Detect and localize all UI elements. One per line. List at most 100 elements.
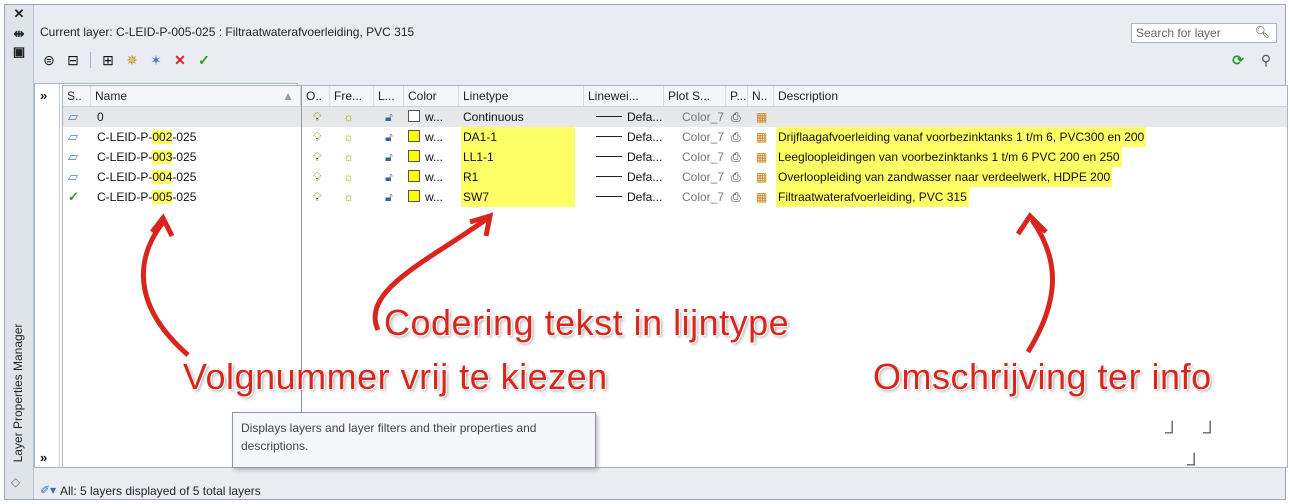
col-header-on[interactable]: O..: [302, 86, 330, 106]
new-vp-freeze-icon[interactable]: ▦: [756, 107, 767, 127]
layer-color[interactable]: w...: [408, 167, 443, 187]
collapse-tree-button[interactable]: »: [40, 450, 47, 465]
plot-printer-icon[interactable]: ⎙: [731, 167, 741, 187]
layer-name[interactable]: C-LEID-P-005-025: [97, 187, 196, 207]
layer-description[interactable]: Drijflaagafvoerleiding vanaf voorbezinkt…: [776, 127, 1147, 147]
col-header-lock[interactable]: L...: [374, 86, 404, 106]
layer-name[interactable]: C-LEID-P-004-025: [97, 167, 196, 187]
resize-grip-icon[interactable]: ┘ ┘ ┘: [1165, 418, 1235, 486]
thaw-sun-icon[interactable]: ☼: [343, 187, 354, 207]
layer-row[interactable]: ▱ C-LEID-P-003-025 💡︎ ☼ 🔓︎ w... LL1-1 Defa... Co…: [63, 147, 1287, 167]
col-header-plotstyle[interactable]: Plot S...: [664, 86, 726, 106]
new-vp-freeze-icon[interactable]: ▦: [756, 167, 767, 187]
col-header-description[interactable]: Description: [774, 86, 1287, 106]
layer-states-manager-icon[interactable]: ⊞: [99, 51, 117, 69]
layer-row[interactable]: ▱ C-LEID-P-004-025 💡︎ ☼ 🔓︎ w... R1 Defa... Color…: [63, 167, 1287, 187]
col-header-lineweight[interactable]: Linewei...: [584, 86, 664, 106]
layer-status-icon[interactable]: ▱: [68, 148, 86, 166]
layer-color[interactable]: w...: [408, 147, 443, 167]
on-off-bulb-icon[interactable]: 💡︎: [313, 127, 321, 147]
col-header-status[interactable]: S..: [63, 86, 91, 106]
layer-plotstyle: Color_7: [682, 130, 725, 144]
layer-row[interactable]: ✓ C-LEID-P-005-025 💡︎ ☼ 🔓︎ w... SW7 Defa... Colo…: [63, 187, 1287, 207]
on-off-bulb-icon[interactable]: 💡︎: [313, 107, 321, 127]
unlock-icon[interactable]: 🔓︎: [385, 187, 393, 207]
col-header-color[interactable]: Color: [404, 86, 459, 106]
layer-name[interactable]: 0: [97, 107, 104, 127]
layer-linetype[interactable]: LL1-1: [461, 147, 575, 167]
annotation-volgnummer: Volgnummer vrij te kiezen: [183, 356, 608, 397]
layer-lineweight[interactable]: Defa...: [596, 127, 662, 147]
close-icon[interactable]: ✕: [11, 7, 27, 21]
layer-color[interactable]: w...: [408, 127, 443, 147]
new-group-filter-icon[interactable]: ⊟: [64, 51, 82, 69]
column-divider[interactable]: [301, 86, 302, 467]
col-header-newvpfreeze[interactable]: N..: [748, 86, 774, 106]
col-header-name[interactable]: Name ▲: [91, 86, 301, 106]
filter-icon[interactable]: ✐▾: [40, 483, 56, 497]
expand-tree-button[interactable]: »: [40, 88, 47, 103]
col-header-plot[interactable]: P...: [726, 86, 748, 106]
layer-name-prefix: C-LEID-P-: [97, 190, 153, 204]
layer-status-icon[interactable]: ▱: [68, 168, 86, 186]
new-vp-freeze-icon[interactable]: ▦: [756, 147, 767, 167]
search-input[interactable]: [1132, 24, 1246, 42]
unlock-icon[interactable]: 🔓︎: [385, 127, 393, 147]
unlock-icon[interactable]: 🔓︎: [385, 167, 393, 187]
layer-row[interactable]: ▱ C-LEID-P-002-025 💡︎ ☼ 🔓︎ w... DA1-1 Defa... Co…: [63, 127, 1287, 147]
annotation-codering: Codering tekst in lijntype: [384, 302, 790, 343]
layer-lineweight[interactable]: Defa...: [596, 147, 662, 167]
palette-bottom-icon[interactable]: ◇: [11, 475, 27, 489]
layer-linetype[interactable]: DA1-1: [461, 127, 575, 147]
on-off-bulb-icon[interactable]: 💡︎: [313, 187, 321, 207]
layer-description[interactable]: Leegloopleidingen van voorbezinktanks 1 …: [776, 147, 1122, 167]
layer-color[interactable]: w...: [408, 107, 443, 127]
layer-lineweight[interactable]: Defa...: [596, 187, 662, 207]
new-layer-vp-frozen-icon[interactable]: ✶: [147, 51, 165, 69]
delete-layer-icon[interactable]: ✕: [171, 51, 189, 69]
plot-printer-icon[interactable]: ⎙: [731, 127, 741, 147]
new-vp-freeze-icon[interactable]: ▦: [756, 127, 767, 147]
thaw-sun-icon[interactable]: ☼: [343, 107, 354, 127]
unlock-icon[interactable]: 🔓︎: [385, 107, 393, 127]
thaw-sun-icon[interactable]: ☼: [343, 167, 354, 187]
set-current-icon[interactable]: ✓: [195, 51, 213, 69]
autohide-icon[interactable]: ⇹: [11, 27, 27, 41]
layer-name[interactable]: C-LEID-P-003-025: [97, 147, 196, 167]
layer-description[interactable]: Filtraatwaterafvoerleiding, PVC 315: [776, 187, 969, 207]
thaw-sun-icon[interactable]: ☼: [343, 147, 354, 167]
properties-icon[interactable]: ▣: [11, 45, 27, 59]
tree-divider[interactable]: [59, 84, 60, 467]
layer-description[interactable]: Overloopleiding van zandwasser naar verd…: [776, 167, 1113, 187]
lineweight-label: Defa...: [627, 130, 663, 144]
layer-lineweight[interactable]: Defa...: [596, 107, 662, 127]
new-vp-freeze-icon[interactable]: ▦: [756, 187, 767, 207]
on-off-bulb-icon[interactable]: 💡︎: [313, 167, 321, 187]
plot-printer-icon[interactable]: ⎙: [731, 107, 741, 127]
layer-linetype[interactable]: Continuous: [461, 107, 524, 127]
palette-title: Layer Properties Manager: [11, 323, 25, 463]
thaw-sun-icon[interactable]: ☼: [343, 127, 354, 147]
layer-linetype[interactable]: SW7: [461, 187, 575, 207]
layer-row[interactable]: ▱ 0 💡︎ ☼ 🔓︎ w... Continuous Defa... Color_7 ⎙ ▦: [63, 107, 1287, 127]
layer-status-icon[interactable]: ▱: [68, 108, 86, 126]
unlock-icon[interactable]: 🔓︎: [385, 147, 393, 167]
layer-status-icon[interactable]: ▱: [68, 128, 86, 146]
search-icon[interactable]: 🔍︎: [1255, 25, 1270, 39]
refresh-icon[interactable]: ⟳: [1229, 51, 1247, 69]
col-header-linetype[interactable]: Linetype: [459, 86, 584, 106]
plot-printer-icon[interactable]: ⎙: [731, 187, 741, 207]
settings-icon[interactable]: ⚲: [1257, 51, 1275, 69]
layer-color[interactable]: w...: [408, 187, 443, 207]
current-layer-check-icon[interactable]: ✓: [68, 188, 86, 206]
layer-name[interactable]: C-LEID-P-002-025: [97, 127, 196, 147]
new-property-filter-icon[interactable]: ⊜: [40, 51, 58, 69]
new-layer-icon[interactable]: ✵: [123, 51, 141, 69]
col-header-freeze[interactable]: Fre...: [330, 86, 374, 106]
on-off-bulb-icon[interactable]: 💡︎: [313, 147, 321, 167]
layer-description[interactable]: [776, 107, 780, 127]
layer-linetype[interactable]: R1: [461, 167, 575, 187]
layer-lineweight[interactable]: Defa...: [596, 167, 662, 187]
plot-printer-icon[interactable]: ⎙: [731, 147, 741, 167]
search-box[interactable]: 🔍︎: [1131, 23, 1277, 43]
